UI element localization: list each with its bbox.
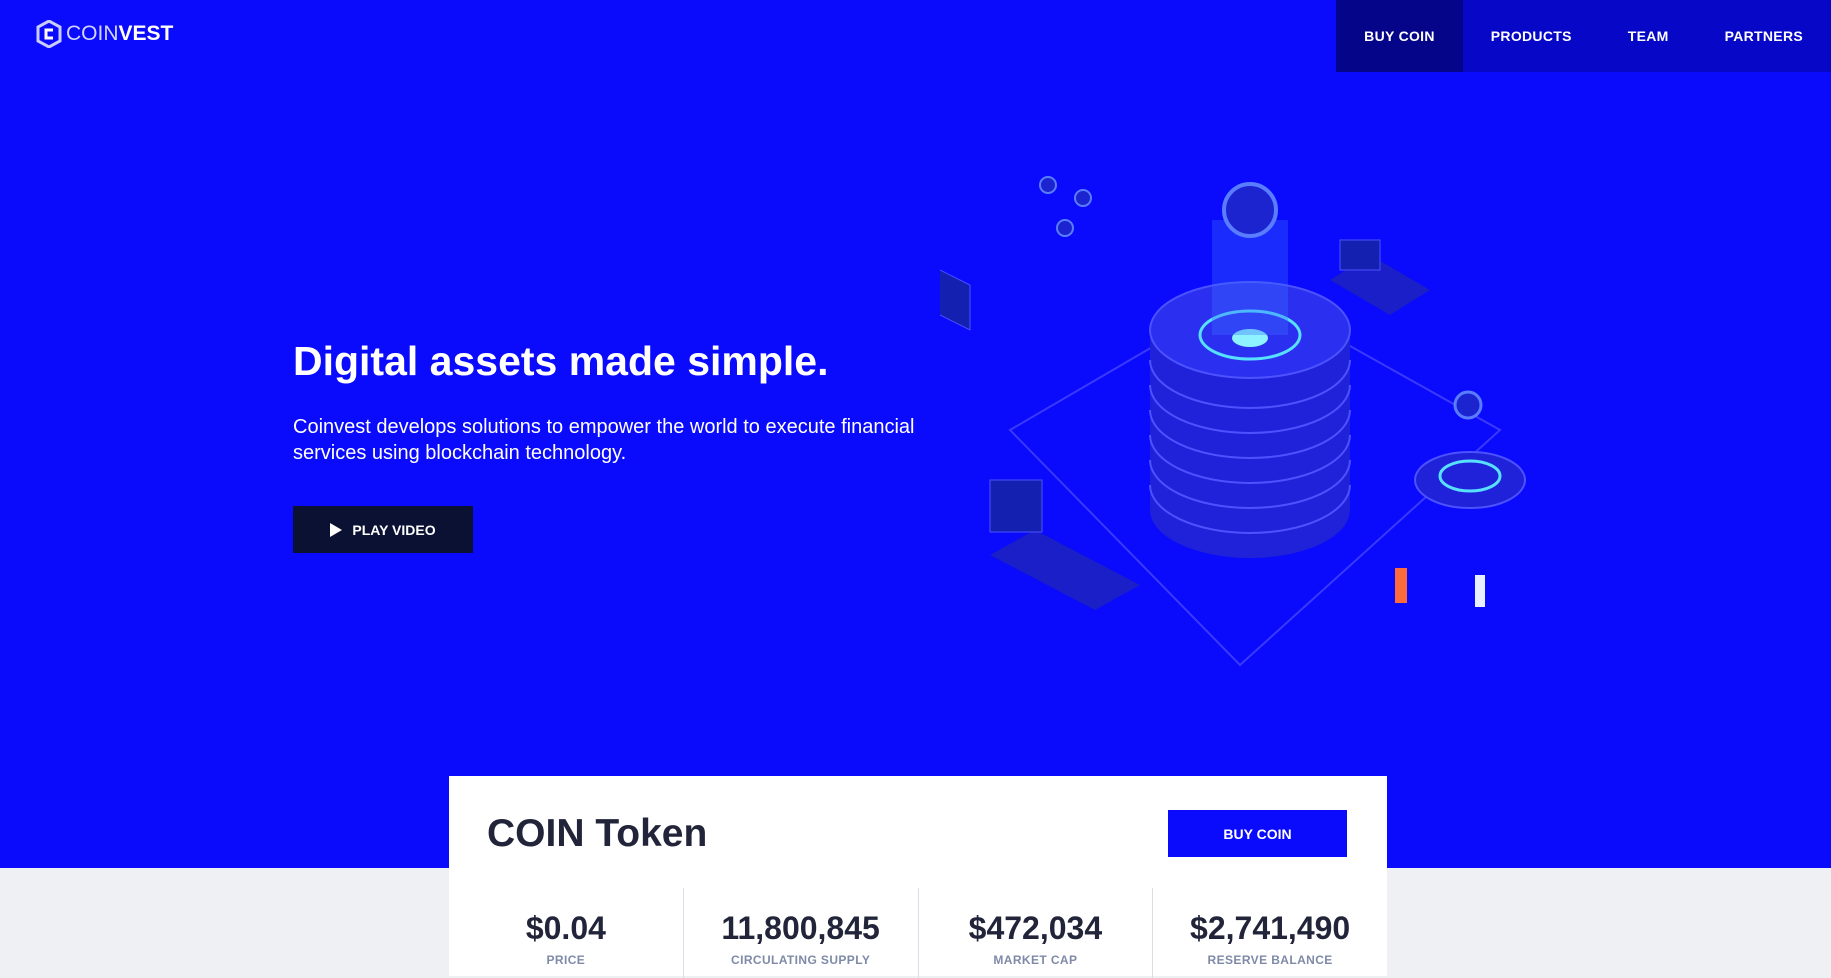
stat-circulating-supply: 11,800,845 CIRCULATING SUPPLY — [682, 888, 918, 978]
nav-team[interactable]: TEAM — [1600, 0, 1697, 72]
hero-section: COINVEST BUY COIN PRODUCTS TEAM PARTNERS… — [0, 0, 1831, 868]
token-title: COIN Token — [487, 812, 708, 855]
hero-title: Digital assets made simple. — [293, 338, 829, 384]
play-video-label: PLAY VIDEO — [352, 521, 436, 538]
nav-partners[interactable]: PARTNERS — [1697, 0, 1831, 72]
stat-reserve-balance: $2,741,490 RESERVE BALANCE — [1152, 888, 1387, 978]
nav-products[interactable]: PRODUCTS — [1463, 0, 1600, 72]
blockchain-illustration — [940, 176, 1526, 667]
stat-value: $2,741,490 — [1190, 910, 1351, 946]
stat-market-cap: $472,034 MARKET CAP — [917, 888, 1153, 978]
logo[interactable]: COINVEST — [36, 20, 173, 48]
buy-coin-button[interactable]: BUY COIN — [1168, 810, 1347, 857]
token-stats: $0.04 PRICE 11,800,845 CIRCULATING SUPPLY … — [449, 888, 1387, 978]
hero-subtitle: Coinvest develops solutions to empower t… — [293, 416, 915, 464]
stat-price: $0.04 PRICE — [449, 888, 683, 978]
stat-value: $0.04 — [525, 910, 606, 946]
stat-label: MARKET CAP — [993, 953, 1078, 967]
stat-label: PRICE — [546, 953, 586, 967]
token-card: COIN Token BUY COIN $0.04 PRICE 11,800,84… — [449, 776, 1387, 978]
stat-label: RESERVE BALANCE — [1207, 953, 1333, 967]
coinvest-logo-icon — [36, 20, 62, 48]
logo-text-bold: VEST — [118, 22, 174, 45]
coin-stack-illustration — [1149, 182, 1351, 558]
stat-value: 11,800,845 — [721, 910, 880, 946]
nav-buy-coin[interactable]: BUY COIN — [1336, 0, 1463, 72]
play-video-button[interactable]: PLAY VIDEO — [293, 506, 473, 553]
stat-value: $472,034 — [968, 910, 1103, 946]
logo-text-light: COIN — [66, 22, 119, 45]
play-icon — [330, 522, 343, 537]
main-nav: BUY COIN PRODUCTS TEAM PARTNERS — [1336, 0, 1831, 72]
platform-illustration — [990, 530, 1140, 610]
small-pedestal-illustration — [1414, 390, 1526, 509]
stat-label: CIRCULATING SUPPLY — [731, 953, 871, 967]
